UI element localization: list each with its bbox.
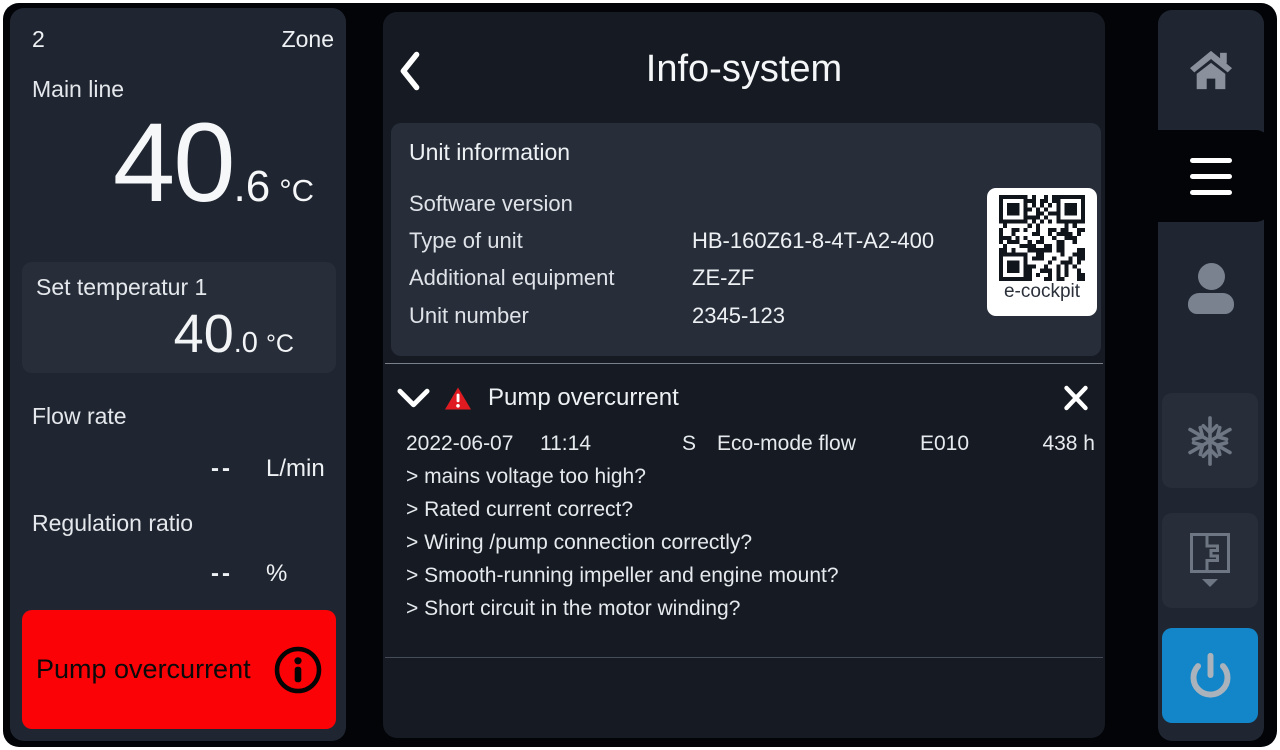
qr-code: [999, 195, 1085, 281]
alarm-error-code: E010: [920, 432, 1010, 460]
zone-status-panel: 2 Zone Main line 40.6°C Set temperatur 1…: [10, 8, 346, 741]
set-temp-unit: °C: [266, 330, 294, 359]
info-system-panel: Info-system Unit information Software ve…: [383, 12, 1105, 738]
user-icon-body: [1188, 293, 1234, 314]
alarm-detail-header: Pump overcurrent: [383, 376, 1105, 420]
checklist-item: > mains voltage too high?: [406, 460, 1085, 493]
sidebar-item-menu-active[interactable]: [1120, 130, 1270, 222]
separator: [385, 657, 1103, 658]
menu-bar: [1190, 174, 1232, 179]
device-screen: 2 Zone Main line 40.6°C Set temperatur 1…: [3, 3, 1277, 747]
zone-number: 2: [32, 26, 45, 53]
unit-info-row-value: ZE-ZF: [692, 265, 754, 291]
sidebar-item-mold[interactable]: [1162, 513, 1258, 608]
mold-dropdown-icon: [1188, 531, 1232, 591]
regulation-ratio-value: --: [211, 560, 233, 588]
alarm-collapse-button[interactable]: [397, 387, 430, 409]
unit-info-row-label: Software version: [409, 191, 573, 217]
alarm-date: 2022-06-07: [406, 432, 540, 460]
snowflake-icon: [1183, 414, 1237, 468]
main-temp-unit: °C: [279, 173, 314, 209]
unit-info-row-label: Unit number: [409, 303, 529, 329]
alarm-meta-row: 2022-06-07 11:14 S Eco-mode flow E010 43…: [383, 432, 1105, 460]
power-icon: [1187, 650, 1234, 701]
alarm-title: Pump overcurrent: [488, 384, 679, 412]
checklist-item: > Rated current correct?: [406, 493, 1085, 526]
qr-code-card: e-cockpit: [987, 188, 1097, 316]
alarm-operating-hours: 438 h: [1010, 432, 1095, 460]
main-line-label: Main line: [32, 76, 124, 103]
regulation-ratio-label: Regulation ratio: [32, 510, 193, 537]
main-temperature-value: 40.6°C: [10, 104, 314, 223]
user-icon: [1188, 263, 1234, 314]
warning-triangle-icon: [444, 386, 472, 411]
set-temperature-field[interactable]: Set temperatur 1 40.0 °C: [22, 262, 336, 373]
sidebar-item-user[interactable]: [1158, 222, 1264, 355]
alarm-banner[interactable]: Pump overcurrent: [22, 610, 336, 729]
unit-information-box: Unit information Software version Type o…: [391, 123, 1101, 356]
unit-info-row-value: HB-160Z61-8-4T-A2-400: [692, 228, 934, 254]
unit-info-row-label: Type of unit: [409, 228, 523, 254]
zone-label: Zone: [282, 26, 334, 53]
main-temp-decimal: .6: [234, 162, 271, 212]
unit-info-row-label: Additional equipment: [409, 265, 614, 291]
set-temperature-label: Set temperatur 1: [36, 274, 207, 301]
set-temp-decimal: .0: [234, 327, 258, 360]
flow-rate-label: Flow rate: [32, 403, 127, 430]
flow-rate-unit: L/min: [266, 455, 325, 483]
regulation-ratio-unit: %: [266, 560, 287, 588]
set-temperature-value: 40.0 °C: [174, 307, 294, 361]
qr-code-label: e-cockpit: [1004, 282, 1080, 303]
alarm-banner-label: Pump overcurrent: [36, 654, 251, 685]
set-temp-integer: 40: [174, 307, 234, 361]
menu-bar: [1190, 190, 1232, 195]
regulation-ratio-row: -- %: [10, 560, 346, 590]
checklist-item: > Wiring /pump connection correctly?: [406, 526, 1085, 559]
sidebar-item-cooling[interactable]: [1162, 393, 1258, 488]
close-icon: [1063, 385, 1089, 411]
hamburger-menu-icon: [1120, 152, 1270, 200]
alarm-checklist: > mains voltage too high? > Rated curren…: [406, 460, 1085, 625]
flow-rate-row: -- L/min: [10, 455, 346, 485]
home-icon: [1188, 49, 1234, 91]
zone-header: 2 Zone: [32, 26, 334, 53]
menu-bar: [1190, 158, 1232, 163]
checklist-item: > Smooth-running impeller and engine mou…: [406, 559, 1085, 592]
sidebar-item-home[interactable]: [1158, 10, 1264, 130]
main-temp-integer: 40: [113, 104, 234, 223]
alarm-time: 11:14: [540, 432, 661, 460]
unit-information-title: Unit information: [409, 139, 570, 166]
chevron-down-icon: [397, 388, 430, 408]
info-icon: [274, 646, 322, 694]
unit-info-row-value: 2345-123: [692, 303, 785, 329]
page-title: Info-system: [383, 48, 1105, 91]
device-frame: 2 Zone Main line 40.6°C Set temperatur 1…: [0, 0, 1280, 750]
alarm-close-button[interactable]: [1063, 385, 1089, 411]
alarm-mode: Eco-mode flow: [717, 432, 920, 460]
separator: [385, 363, 1103, 364]
user-icon-head: [1198, 263, 1225, 290]
flow-rate-value: --: [211, 455, 233, 483]
checklist-item: > Short circuit in the motor winding?: [406, 592, 1085, 625]
alarm-status-flag: S: [661, 432, 717, 460]
power-button[interactable]: [1162, 628, 1258, 723]
sidebar: [1158, 10, 1264, 741]
